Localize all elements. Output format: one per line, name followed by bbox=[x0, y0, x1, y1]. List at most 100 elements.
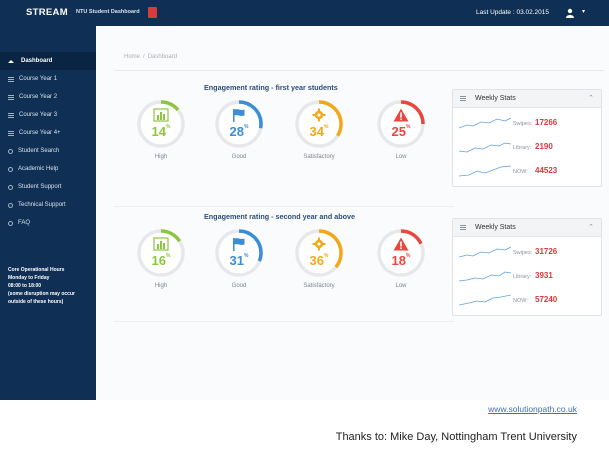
sparkline bbox=[459, 142, 511, 153]
breadcrumb-separator: / bbox=[143, 54, 145, 60]
sparkline bbox=[459, 165, 511, 177]
sidebar-item-faq[interactable]: FAQ bbox=[0, 214, 96, 232]
chevron-up-icon[interactable]: ⌃ bbox=[588, 223, 594, 231]
gauge-label: Satisfactory bbox=[303, 154, 335, 160]
brand-subtitle: NTU Student Dashboard bbox=[76, 9, 140, 15]
cog-icon bbox=[312, 237, 326, 251]
sidebar-item-label: Student Support bbox=[18, 184, 62, 190]
chevron-down-icon[interactable]: ▾ bbox=[582, 8, 585, 15]
chevron-up-icon[interactable]: ⌃ bbox=[588, 94, 594, 102]
gauge-value: 18% bbox=[391, 253, 411, 268]
sparkline bbox=[459, 117, 511, 129]
info-icon bbox=[8, 202, 13, 208]
sidebar-item-course-year-1[interactable]: Course Year 1 bbox=[0, 70, 96, 88]
stat-label: Library: bbox=[513, 145, 532, 151]
gauge-value: 36% bbox=[309, 253, 329, 268]
weekly-stats-panel: Weekly Stats ⌃ Swipes: 31726 Library: 39… bbox=[452, 218, 602, 316]
gauge-low: 25% bbox=[376, 99, 426, 149]
gauge-satisfactory: 36% bbox=[294, 228, 344, 278]
sparkline bbox=[459, 271, 511, 282]
weekly-stats-title: Weekly Stats bbox=[475, 95, 516, 102]
divider bbox=[114, 70, 604, 71]
stat-row: NOW: 44523 bbox=[453, 160, 601, 182]
info-icon bbox=[8, 166, 13, 172]
list-icon bbox=[8, 94, 14, 100]
flag-icon bbox=[233, 109, 245, 122]
sidebar: Dashboard Course Year 1 Course Year 2 Co… bbox=[0, 26, 96, 400]
menu-icon[interactable] bbox=[460, 225, 466, 231]
stat-row: Library: 3931 bbox=[453, 265, 601, 287]
stat-value: 3931 bbox=[535, 271, 553, 280]
gauge-label: Good bbox=[231, 154, 247, 160]
sidebar-item-label: Student Search bbox=[18, 148, 60, 154]
weekly-stats-header: Weekly Stats ⌃ bbox=[453, 90, 601, 108]
stat-label: NOW: bbox=[513, 169, 528, 175]
operational-hours: Core Operational Hours Monday to Friday … bbox=[8, 266, 92, 306]
list-icon bbox=[8, 76, 14, 82]
gauge-label: Satisfactory bbox=[303, 283, 335, 289]
list-icon bbox=[8, 130, 14, 136]
warning-icon bbox=[393, 237, 409, 251]
weekly-stats-panel: Weekly Stats ⌃ Swipes: 17266 Library: 21… bbox=[452, 89, 602, 187]
stat-row: NOW: 57240 bbox=[453, 289, 601, 311]
sidebar-item-course-year-2[interactable]: Course Year 2 bbox=[0, 88, 96, 106]
divider bbox=[114, 321, 454, 322]
sidebar-item-dashboard[interactable]: Dashboard bbox=[0, 52, 96, 70]
sidebar-item-label: Course Year 1 bbox=[19, 76, 58, 82]
home-icon bbox=[8, 59, 14, 63]
chart-icon bbox=[153, 108, 169, 122]
stat-label: Swipes: bbox=[513, 250, 533, 256]
last-update: Last Update : 03.02.2015 bbox=[475, 9, 549, 16]
section-title: Engagement rating - first year students bbox=[204, 83, 338, 92]
gauge-value: 25% bbox=[391, 124, 411, 139]
brand-name[interactable]: STREAM bbox=[26, 7, 68, 18]
gauge-satisfactory: 34% bbox=[294, 99, 344, 149]
gauge-value: 14% bbox=[151, 124, 171, 139]
website-link[interactable]: www.solutionpath.co.uk bbox=[488, 404, 577, 414]
main-content: Home / Dashboard Engagement rating - first… bbox=[96, 26, 609, 400]
hours-line: Monday to Friday bbox=[8, 275, 50, 281]
gauge-high: 16% bbox=[136, 228, 186, 278]
weekly-stats-header: Weekly Stats ⌃ bbox=[453, 219, 601, 237]
gauge-good: 31% bbox=[214, 228, 264, 278]
stat-label: Swipes: bbox=[513, 121, 533, 127]
sidebar-item-label: Academic Help bbox=[18, 166, 59, 172]
menu-icon[interactable] bbox=[460, 96, 466, 102]
search-icon bbox=[8, 148, 13, 154]
slide: STREAM NTU Student Dashboard Last Update… bbox=[0, 0, 609, 462]
sidebar-item-student-support[interactable]: Student Support bbox=[0, 178, 96, 196]
stat-row: Swipes: 17266 bbox=[453, 112, 601, 134]
breadcrumb-home[interactable]: Home bbox=[124, 54, 140, 60]
stat-value: 44523 bbox=[535, 166, 558, 175]
flag-icon bbox=[233, 238, 245, 251]
stat-value: 31726 bbox=[535, 247, 558, 256]
gauge-label: Good bbox=[231, 283, 247, 289]
sidebar-item-technical-support[interactable]: Technical Support bbox=[0, 196, 96, 214]
info-icon bbox=[8, 184, 13, 190]
section-title: Engagement rating - second year and abov… bbox=[204, 212, 355, 221]
gauge-value: 34% bbox=[309, 124, 329, 139]
gauge-value: 28% bbox=[229, 124, 249, 139]
sidebar-item-course-year-3[interactable]: Course Year 3 bbox=[0, 106, 96, 124]
gauge-value: 31% bbox=[229, 253, 249, 268]
gauge-high: 14% bbox=[136, 99, 186, 149]
sidebar-item-course-year-4[interactable]: Course Year 4+ bbox=[0, 124, 96, 142]
sidebar-item-label: FAQ bbox=[18, 220, 31, 226]
sidebar-item-label: Course Year 3 bbox=[19, 112, 58, 118]
divider bbox=[114, 206, 454, 207]
sidebar-item-academic-help[interactable]: Academic Help bbox=[0, 160, 96, 178]
stat-label: Library: bbox=[513, 274, 532, 280]
stat-row: Library: 2190 bbox=[453, 136, 601, 158]
gauge-good: 28% bbox=[214, 99, 264, 149]
sidebar-item-student-search[interactable]: Student Search bbox=[0, 142, 96, 160]
breadcrumb-current: Dashboard bbox=[147, 54, 178, 60]
gauge-low: 18% bbox=[376, 228, 426, 278]
stat-value: 57240 bbox=[535, 295, 558, 304]
gauge-value: 16% bbox=[151, 253, 171, 268]
sidebar-item-label: Course Year 2 bbox=[19, 94, 58, 100]
user-icon[interactable] bbox=[565, 8, 575, 18]
gauge-label: Low bbox=[395, 283, 407, 289]
sidebar-item-label: Technical Support bbox=[18, 202, 66, 208]
stat-value: 2190 bbox=[535, 142, 553, 151]
hours-line: 08:00 to 18:00 bbox=[8, 283, 42, 289]
